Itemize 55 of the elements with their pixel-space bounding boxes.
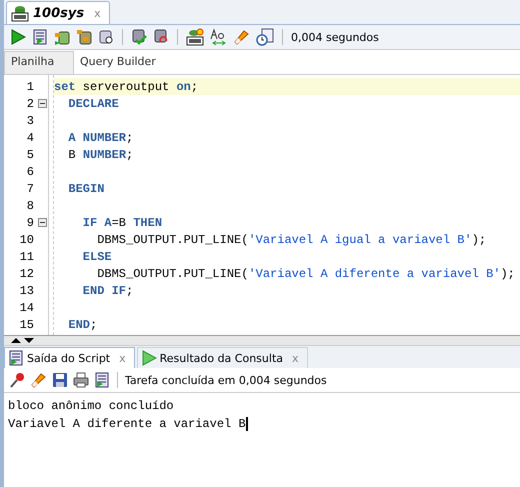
code-line: END IF;: [82, 284, 134, 298]
line-number: 8: [26, 198, 34, 212]
worksheet-tab[interactable]: Planilha: [4, 51, 74, 74]
tab-title: 100sys: [33, 6, 84, 20]
line-number: 4: [26, 130, 34, 144]
execution-time: 0,004 segundos: [291, 30, 379, 44]
editor-tab[interactable]: 100sys x: [6, 1, 110, 24]
save-icon[interactable]: [52, 372, 68, 388]
code-line: B NUMBER;: [67, 148, 134, 162]
line-number: 9: [26, 216, 34, 230]
line-number: 6: [26, 164, 34, 178]
collapse-icon[interactable]: [38, 218, 47, 227]
line-number: 12: [20, 266, 34, 280]
print-icon[interactable]: [73, 372, 89, 388]
line-number: 5: [26, 148, 34, 162]
code-line: DECLARE: [67, 96, 119, 110]
text-cursor: [246, 417, 248, 431]
commit-icon[interactable]: [131, 29, 147, 45]
line-number: 13: [20, 284, 34, 298]
code-line: DBMS_OUTPUT.PUT_LINE('Variavel A diferente a variavel B');: [96, 266, 515, 280]
pin-icon[interactable]: [10, 372, 26, 388]
close-button[interactable]: x: [119, 352, 126, 364]
line-number: 1: [26, 80, 34, 94]
code-line: END;: [67, 318, 98, 332]
close-button[interactable]: x: [94, 6, 101, 20]
code-line: BEGIN: [67, 182, 104, 196]
line-number: 3: [26, 114, 34, 128]
run-icon[interactable]: [10, 29, 26, 45]
line-number: 14: [20, 300, 34, 314]
eraser-icon[interactable]: [31, 372, 47, 388]
history-icon[interactable]: [256, 28, 274, 46]
code-line: set serveroutput on;: [54, 80, 198, 94]
text-case-icon[interactable]: [210, 28, 228, 46]
run-script-icon[interactable]: [32, 29, 48, 45]
output-line: Variavel A diferente a variavel B: [8, 417, 246, 431]
line-number: 2: [26, 96, 34, 110]
code-line: IF A=B THEN: [82, 216, 162, 230]
line-number: 15: [20, 318, 34, 332]
line-number: 10: [20, 232, 34, 246]
code-line: DBMS_OUTPUT.PUT_LINE('Variavel A igual a variavel B');: [96, 232, 486, 246]
output-tab[interactable]: Saída do Script x: [4, 347, 135, 368]
output-line: bloco anônimo concluído: [8, 399, 174, 413]
rollback-icon[interactable]: [153, 29, 169, 45]
eraser-icon[interactable]: [234, 29, 250, 45]
code-editor[interactable]: [4, 75, 520, 335]
script-output-icon[interactable]: [94, 372, 110, 388]
status-text: Tarefa concluída em 0,004 segundos: [125, 374, 327, 386]
code-line: ELSE: [82, 250, 112, 264]
code-line: A NUMBER;: [67, 130, 134, 144]
line-number: 11: [20, 250, 34, 264]
worksheet-tab[interactable]: Query Builder: [74, 52, 162, 74]
line-number: 7: [26, 182, 34, 196]
run-icon: [140, 350, 157, 366]
script-output-icon: [8, 350, 24, 366]
collapse-icon[interactable]: [38, 99, 47, 108]
